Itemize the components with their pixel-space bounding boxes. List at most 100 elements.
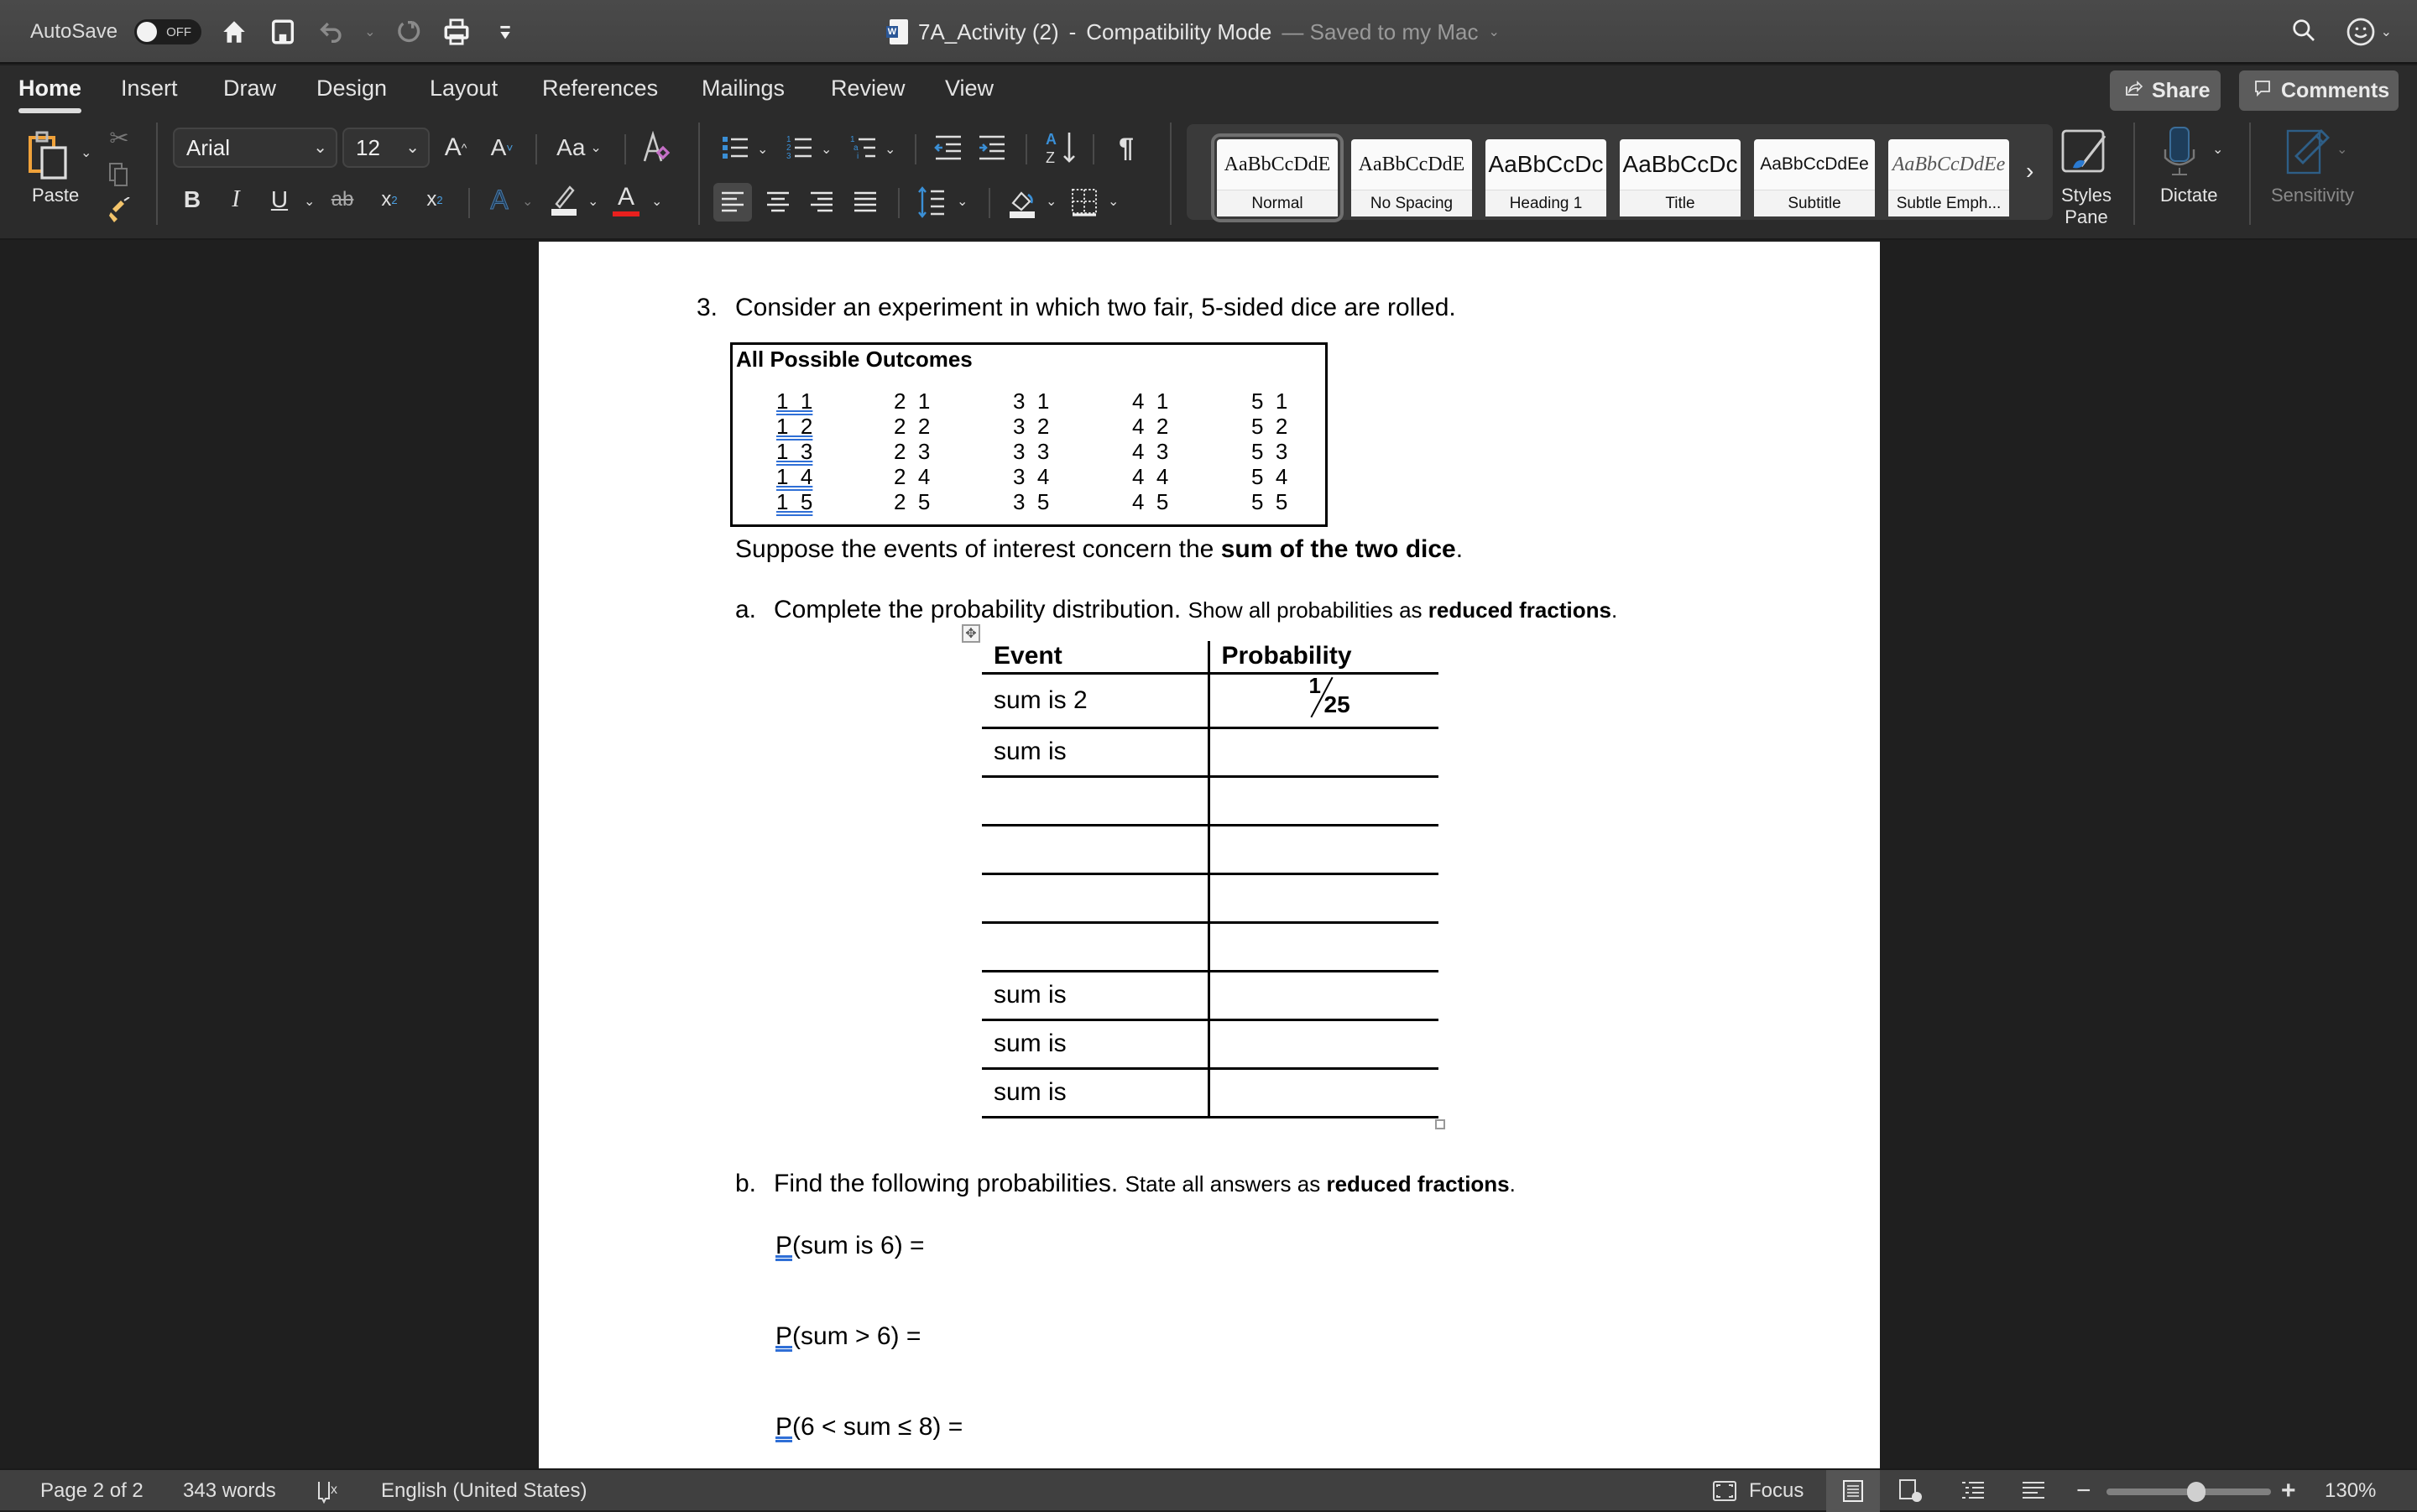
tab-references[interactable]: References [542,76,658,102]
justify-button[interactable] [846,183,885,222]
event-cell[interactable] [982,873,1210,924]
shrink-font-icon[interactable]: A ˅ [485,131,519,164]
page-count[interactable]: Page 2 of 2 [40,1470,144,1512]
dictate-label[interactable]: Dictate [2160,185,2217,206]
proofing-icon[interactable]: x [316,1470,341,1512]
probability-cell[interactable] [1208,922,1438,972]
subscript-button[interactable]: x2 [373,183,406,216]
dictate-dropdown-icon[interactable]: ⌄ [2212,141,2223,158]
web-layout-view-button[interactable] [1898,1470,1924,1512]
zoom-slider[interactable] [2106,1482,2271,1502]
search-icon[interactable] [2290,17,2317,48]
tab-view[interactable]: View [945,76,994,102]
increase-indent-icon[interactable] [975,131,1009,164]
clear-formatting-icon[interactable] [638,129,675,166]
decrease-indent-icon[interactable] [932,131,965,164]
borders-icon[interactable] [1068,183,1101,222]
styles-pane-icon[interactable] [2058,126,2112,180]
bullets-icon[interactable] [718,131,752,164]
event-cell[interactable]: sum is [982,971,1210,1021]
probability-cell[interactable] [1208,825,1438,875]
copy-icon[interactable] [104,159,134,190]
event-cell[interactable]: sum is [982,727,1210,778]
underline-dropdown-icon[interactable]: ⌄ [304,193,315,210]
grow-font-icon[interactable]: A ^ [438,131,473,164]
text-effects-icon[interactable]: A [482,183,517,216]
styles-pane-label[interactable]: Styles Pane [2058,185,2115,228]
highlight-dropdown-icon[interactable]: ⌄ [587,193,598,210]
zoom-slider-thumb[interactable] [2186,1482,2206,1502]
tab-mailings[interactable]: Mailings [702,76,785,102]
numbering-icon[interactable]: 123 [782,131,816,164]
style-subtle-emphasis[interactable]: AaBbCcDdEe Subtle Emph... [1888,139,2009,216]
home-icon[interactable] [218,16,250,48]
line-spacing-dropdown-icon[interactable]: ⌄ [957,193,968,210]
align-center-button[interactable] [759,183,797,222]
undo-dropdown-icon[interactable]: ⌄ [364,23,375,40]
font-size-dropdown[interactable]: 12 ⌄ [342,128,430,168]
zoom-level[interactable]: 130% [2325,1470,2376,1512]
print-icon[interactable] [441,16,472,48]
italic-button[interactable]: I [222,183,250,216]
font-color-icon[interactable]: A [609,181,643,218]
format-painter-icon[interactable] [104,195,134,225]
focus-button[interactable]: Focus [1712,1470,1804,1512]
customize-toolbar-icon[interactable] [489,16,521,48]
bullets-dropdown-icon[interactable]: ⌄ [757,141,768,158]
paste-dropdown-icon[interactable]: ⌄ [81,144,91,161]
multilevel-list-icon[interactable]: 1ai [846,131,880,164]
multilevel-dropdown-icon[interactable]: ⌄ [885,141,895,158]
show-formatting-marks-icon[interactable]: ¶ [1109,131,1143,164]
comments-button[interactable]: Comments [2239,70,2399,111]
styles-gallery-next-icon[interactable]: › [2026,158,2033,185]
event-cell[interactable] [982,825,1210,875]
style-subtitle[interactable]: AaBbCcDdEe Subtitle [1754,139,1875,216]
autosave-toggle[interactable]: OFF [134,19,202,44]
text-effects-dropdown-icon[interactable]: ⌄ [522,193,533,210]
underline-button[interactable]: U [265,183,294,216]
style-normal[interactable]: AaBbCcDdE Normal [1211,133,1344,222]
strikethrough-button[interactable]: ab [326,183,359,216]
language[interactable]: English (United States) [381,1470,587,1512]
probability-cell[interactable] [1208,873,1438,924]
undo-icon[interactable] [316,16,347,48]
shading-icon[interactable] [1005,183,1039,222]
outline-view-button[interactable] [1960,1470,1986,1512]
draft-view-button[interactable] [2021,1470,2046,1512]
probability-cell[interactable]: 1 25 [1208,673,1438,729]
print-layout-view-button[interactable] [1826,1470,1880,1512]
document-page[interactable]: 3. Consider an experiment in which two fa… [539,242,1880,1468]
style-heading-1[interactable]: AaBbCcDc Heading 1 [1485,139,1606,216]
zoom-in-button[interactable]: + [2281,1470,2296,1512]
probability-cell[interactable] [1208,971,1438,1021]
event-cell[interactable]: sum is [982,1068,1210,1118]
save-icon[interactable] [267,16,299,48]
superscript-button[interactable]: x2 [418,183,452,216]
tab-home[interactable]: Home [18,76,82,113]
paste-icon[interactable] [25,128,76,181]
chevron-down-icon[interactable]: ⌄ [1488,23,1499,40]
event-cell[interactable] [982,776,1210,826]
cut-icon[interactable]: ✂ [104,123,134,153]
save-status[interactable]: — Saved to my Mac [1282,19,1478,45]
probability-cell[interactable] [1208,1068,1438,1118]
sort-icon[interactable]: AZ [1042,128,1079,168]
line-spacing-icon[interactable] [915,183,948,222]
table-resize-handle[interactable] [1435,1119,1445,1129]
share-button[interactable]: Share [2110,70,2221,111]
align-right-button[interactable] [802,183,841,222]
style-no-spacing[interactable]: AaBbCcDdE No Spacing [1351,139,1472,216]
redo-icon[interactable] [392,16,424,48]
event-cell[interactable]: sum is [982,1019,1210,1070]
tab-draw[interactable]: Draw [223,76,276,102]
word-count[interactable]: 343 words [183,1470,276,1512]
probability-cell[interactable] [1208,1019,1438,1070]
change-case-button[interactable]: Aa ⌄ [551,131,608,164]
font-name-dropdown[interactable]: Arial ⌄ [173,128,337,168]
shading-dropdown-icon[interactable]: ⌄ [1046,193,1057,210]
tab-insert[interactable]: Insert [121,76,178,102]
font-color-dropdown-icon[interactable]: ⌄ [651,193,662,210]
borders-dropdown-icon[interactable]: ⌄ [1108,193,1119,210]
zoom-out-button[interactable]: − [2076,1470,2091,1512]
feedback-smiley-icon[interactable]: ⌄ [2346,17,2392,47]
